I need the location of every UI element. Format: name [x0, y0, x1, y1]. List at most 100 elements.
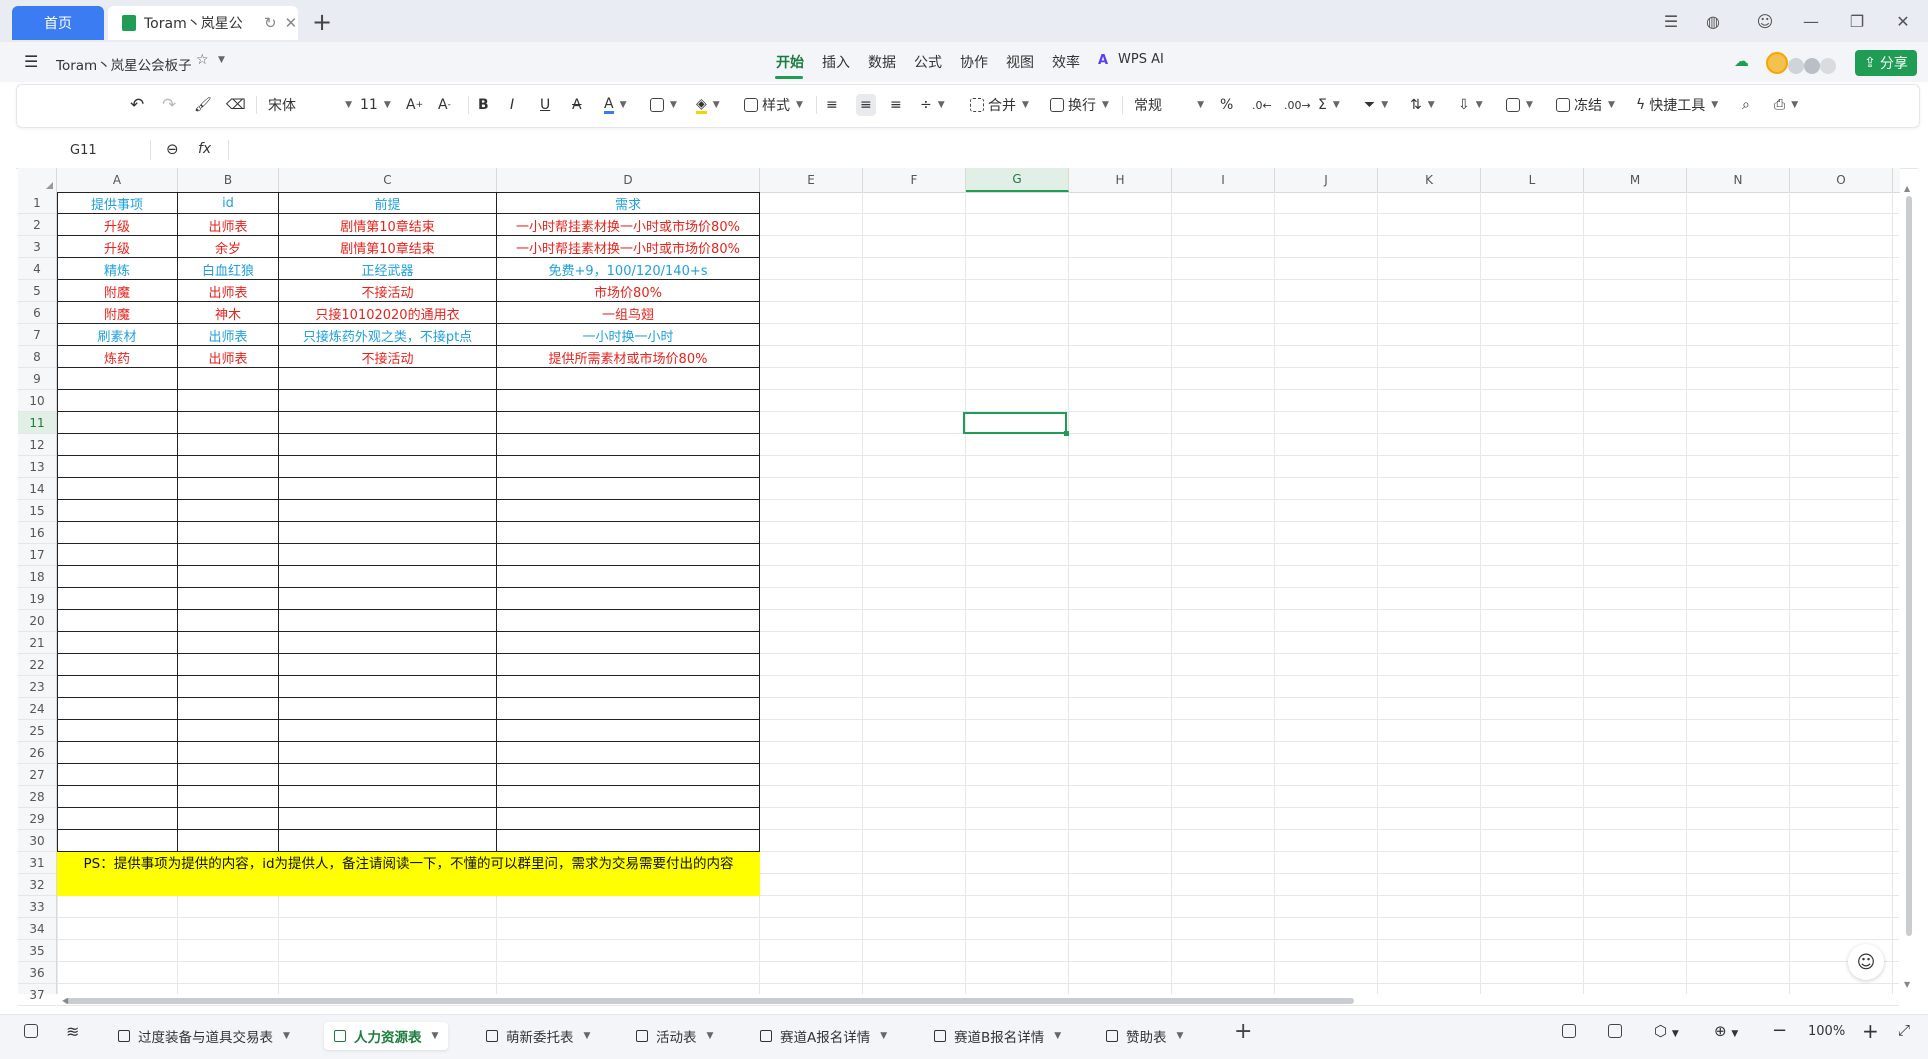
sheet-tab-2[interactable]: 萌新委托表 ▼	[486, 1022, 590, 1050]
fill-button[interactable]: ⇩ ▼	[1458, 94, 1483, 116]
row-header-10[interactable]: 10	[18, 390, 56, 412]
refresh-icon[interactable]: ↻	[264, 14, 277, 32]
column-header-n[interactable]: N	[1687, 168, 1790, 192]
row-header-19[interactable]: 19	[18, 588, 56, 610]
decrease-decimal-icon[interactable]: .00→	[1284, 94, 1311, 116]
sheet-tab-0[interactable]: 过度装备与道具交易表 ▼	[118, 1022, 290, 1050]
row-header-12[interactable]: 12	[18, 434, 56, 456]
row-header-37[interactable]: 37	[18, 984, 56, 1006]
collaborator-avatars[interactable]	[1766, 52, 1840, 74]
cell-c7[interactable]: 只接炼药外观之类，不接pt点	[279, 324, 496, 346]
picture-button[interactable]: ▼	[1506, 94, 1533, 116]
wrap-button[interactable]: 换行 ▼	[1050, 94, 1109, 116]
cell-d7[interactable]: 一小时换一小时	[497, 324, 759, 346]
sort-button[interactable]: ⇅ ▼	[1410, 94, 1435, 116]
percent-icon[interactable]: %	[1220, 94, 1233, 116]
sheet-tab-4[interactable]: 赛道A报名详情 ▼	[760, 1022, 887, 1050]
cell-c3[interactable]: 剧情第10章结束	[279, 236, 496, 258]
cell-d5[interactable]: 市场价80%	[497, 280, 759, 302]
row-header-5[interactable]: 5	[18, 280, 56, 302]
add-sheet-button[interactable]: +	[1234, 1019, 1252, 1044]
row-header-23[interactable]: 23	[18, 676, 56, 698]
row-header-29[interactable]: 29	[18, 808, 56, 830]
menu-data[interactable]: 数据	[868, 52, 896, 72]
cell-a5[interactable]: 附魔	[57, 280, 177, 302]
column-header-g[interactable]: G	[966, 168, 1069, 192]
filter-button[interactable]: ⏷ ▼	[1364, 94, 1388, 116]
home-tab[interactable]: 首页	[12, 6, 104, 40]
row-header-15[interactable]: 15	[18, 500, 56, 522]
view-mode-icon[interactable]: ⬡ ▼	[1654, 1022, 1679, 1040]
row-header-1[interactable]: 1	[18, 192, 56, 214]
hamburger-icon[interactable]: ☰	[24, 52, 38, 71]
sheet-tab-3[interactable]: 活动表 ▼	[636, 1022, 713, 1050]
row-header-11[interactable]: 11	[18, 412, 56, 434]
status-icon-2[interactable]	[1608, 1024, 1622, 1042]
fx-icon[interactable]: fx	[198, 141, 211, 157]
row-header-28[interactable]: 28	[18, 786, 56, 808]
row-header-27[interactable]: 27	[18, 764, 56, 786]
cell-c4[interactable]: 正经武器	[279, 258, 496, 280]
row-header-18[interactable]: 18	[18, 566, 56, 588]
status-icon-1[interactable]	[1562, 1024, 1576, 1042]
row-header-2[interactable]: 2	[18, 214, 56, 236]
underline-icon[interactable]: U	[540, 94, 550, 116]
column-header-b[interactable]: B	[178, 168, 279, 192]
close-tab-icon[interactable]: ✕	[285, 14, 298, 32]
eraser-icon[interactable]: ⌫	[226, 94, 246, 116]
sheet-tab-6[interactable]: 赞助表 ▼	[1106, 1022, 1183, 1050]
column-header-c[interactable]: C	[279, 168, 497, 192]
column-header-m[interactable]: M	[1584, 168, 1687, 192]
column-header-j[interactable]: J	[1275, 168, 1378, 192]
font-family-select[interactable]: 宋体 ▼	[268, 94, 352, 116]
cell-d8[interactable]: 提供所需素材或市场价80%	[497, 346, 759, 368]
document-name[interactable]: Toram丶岚星公会板子	[56, 54, 192, 74]
freeze-button[interactable]: 冻结 ▼	[1556, 94, 1615, 116]
row-header-16[interactable]: 16	[18, 522, 56, 544]
merge-button[interactable]: 合并 ▼	[970, 94, 1029, 116]
italic-icon[interactable]: I	[510, 94, 514, 116]
menu-collaborate[interactable]: 协作	[960, 52, 988, 72]
cell-b7[interactable]: 出师表	[178, 324, 278, 346]
zoom-in-icon[interactable]: +	[1862, 1019, 1879, 1043]
column-header-f[interactable]: F	[863, 168, 966, 192]
vertical-scrollbar[interactable]	[1906, 196, 1912, 936]
selected-cell-g11[interactable]	[963, 412, 1069, 436]
cell-b6[interactable]: 神木	[178, 302, 278, 324]
menu-wps-ai[interactable]: WPS AI	[1118, 52, 1164, 67]
sheet-tab-5[interactable]: 赛道B报名详情 ▼	[934, 1022, 1061, 1050]
increase-decimal-icon[interactable]: .0←	[1252, 94, 1272, 116]
cell-b1[interactable]: id	[178, 192, 278, 214]
cell-a8[interactable]: 炼药	[57, 346, 177, 368]
row-header-26[interactable]: 26	[18, 742, 56, 764]
fill-color-button[interactable]: ◈ ▼	[696, 94, 720, 116]
quick-tools-button[interactable]: ϟ 快捷工具 ▼	[1636, 94, 1718, 116]
sum-button[interactable]: Σ ▼	[1318, 94, 1340, 116]
row-header-25[interactable]: 25	[18, 720, 56, 742]
vertical-align-button[interactable]: ÷ ▼	[920, 94, 945, 116]
share-button[interactable]: ⇪ 分享	[1855, 50, 1917, 76]
menu-start[interactable]: 开始	[776, 52, 804, 72]
assistant-icon[interactable]: ☺	[1848, 944, 1884, 980]
cell-c2[interactable]: 剧情第10章结束	[279, 214, 496, 236]
minimize-icon[interactable]: —	[1798, 8, 1824, 34]
column-header-h[interactable]: H	[1069, 168, 1172, 192]
scroll-left-icon[interactable]: ◀	[62, 996, 68, 1005]
cell-a6[interactable]: 附魔	[57, 302, 177, 324]
row-header-14[interactable]: 14	[18, 478, 56, 500]
cell-c6[interactable]: 只接10102020的通用衣	[279, 302, 496, 324]
cell-b5[interactable]: 出师表	[178, 280, 278, 302]
cell-c5[interactable]: 不接活动	[279, 280, 496, 302]
align-right-icon[interactable]: ≡	[890, 94, 902, 116]
row-header-30[interactable]: 30	[18, 830, 56, 852]
cell-a7[interactable]: 刷素材	[57, 324, 177, 346]
cell-a3[interactable]: 升级	[57, 236, 177, 258]
cell-d3[interactable]: 一小时帮挂素材换一小时或市场价80%	[497, 236, 759, 258]
cell-d2[interactable]: 一小时帮挂素材换一小时或市场价80%	[497, 214, 759, 236]
decrease-font-icon[interactable]: A-	[438, 94, 451, 116]
menu-lines-icon[interactable]: ☰	[1658, 8, 1684, 34]
horizontal-scrollbar[interactable]	[64, 998, 1354, 1004]
cloud-icon[interactable]: ☁	[1734, 52, 1749, 70]
row-header-21[interactable]: 21	[18, 632, 56, 654]
redo-icon[interactable]: ↷	[162, 94, 176, 116]
